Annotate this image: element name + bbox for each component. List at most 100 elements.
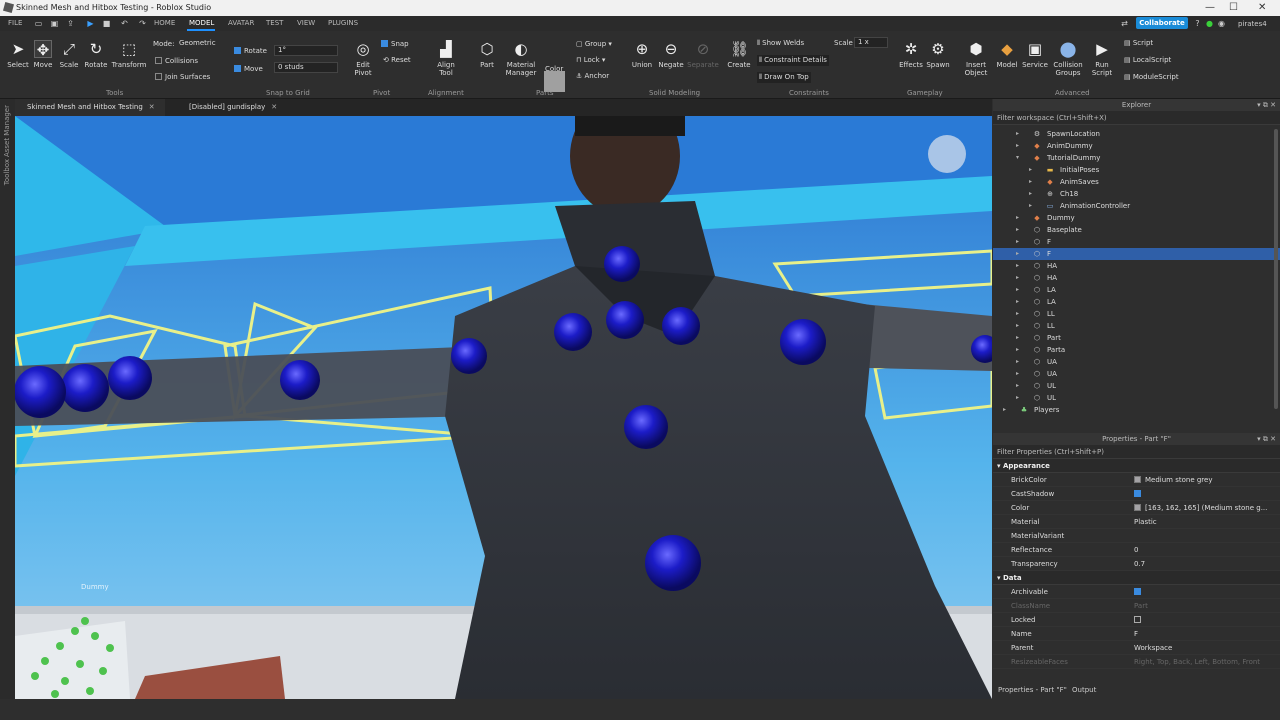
publish-icon[interactable]: ⇪ bbox=[66, 19, 75, 28]
create-constraint-button[interactable]: ⛓ Create bbox=[726, 40, 752, 69]
material-manager-button[interactable]: ◐ Material Manager bbox=[504, 40, 538, 77]
explorer-scrollbar[interactable] bbox=[1274, 129, 1278, 409]
join-surfaces-checkbox[interactable] bbox=[155, 73, 162, 80]
rotate-snap-input[interactable]: 1° bbox=[274, 45, 338, 56]
property-value[interactable]: Part bbox=[1134, 599, 1274, 613]
menu-view[interactable]: VIEW bbox=[297, 19, 315, 27]
user-name[interactable]: pirates4 bbox=[1238, 20, 1267, 28]
maximize-icon[interactable]: ☐ bbox=[1229, 2, 1238, 13]
expand-arrow-icon[interactable]: ▸ bbox=[1029, 164, 1032, 176]
expand-arrow-icon[interactable]: ▸ bbox=[1016, 320, 1019, 332]
move-snap-input[interactable]: 0 studs bbox=[274, 62, 338, 73]
collaborate-button[interactable]: Collaborate bbox=[1136, 17, 1188, 29]
expand-arrow-icon[interactable]: ▸ bbox=[1016, 380, 1019, 392]
explorer-item[interactable]: ▸ ▭ AnimationController bbox=[993, 200, 1280, 212]
property-value[interactable]: Workspace bbox=[1134, 641, 1274, 655]
expand-arrow-icon[interactable]: ▸ bbox=[1029, 200, 1032, 212]
expand-arrow-icon[interactable]: ▸ bbox=[1016, 224, 1019, 236]
align-tool-button[interactable]: ▟ Align Tool bbox=[432, 40, 460, 77]
stop-icon[interactable]: ■ bbox=[102, 19, 111, 28]
property-row[interactable]: Color [163, 162, 165] (Medium stone g... bbox=[993, 501, 1280, 515]
draw-on-top-toggle[interactable]: ⫴ Draw On Top bbox=[757, 72, 811, 83]
menu-plugins[interactable]: PLUGINS bbox=[328, 19, 358, 27]
anchor-button[interactable]: ⚓ Anchor bbox=[576, 72, 609, 80]
expand-arrow-icon[interactable]: ▸ bbox=[1029, 188, 1032, 200]
tab-output[interactable]: Output bbox=[1072, 686, 1096, 694]
property-value[interactable] bbox=[1134, 613, 1274, 627]
expand-arrow-icon[interactable]: ▸ bbox=[1016, 368, 1019, 380]
property-row[interactable]: Transparency 0.7 bbox=[993, 557, 1280, 571]
model-button[interactable]: ◆ Model bbox=[994, 40, 1020, 69]
expand-arrow-icon[interactable]: ▸ bbox=[1016, 140, 1019, 152]
explorer-item[interactable]: ▸ ◆ Dummy bbox=[993, 212, 1280, 224]
explorer-item[interactable]: ▸ ⬡ Parta bbox=[993, 344, 1280, 356]
collisions-checkbox[interactable] bbox=[155, 57, 162, 64]
tab-properties[interactable]: Properties - Part "F" bbox=[998, 686, 1067, 694]
expand-arrow-icon[interactable]: ▸ bbox=[1003, 404, 1006, 416]
property-value[interactable]: F bbox=[1134, 627, 1274, 641]
explorer-item[interactable]: ▸ ⬡ UL bbox=[993, 392, 1280, 404]
explorer-item[interactable]: ▸ ⬡ LA bbox=[993, 296, 1280, 308]
spawn-button[interactable]: ⚙ Spawn bbox=[925, 40, 951, 69]
expand-arrow-icon[interactable]: ▸ bbox=[1016, 392, 1019, 404]
menu-home[interactable]: HOME bbox=[154, 19, 175, 27]
constraint-scale-input[interactable]: 1 x bbox=[854, 37, 888, 48]
move-snap-toggle[interactable]: Move bbox=[234, 65, 263, 73]
collisions-toggle[interactable]: Collisions bbox=[155, 57, 198, 65]
property-value[interactable]: Plastic bbox=[1134, 515, 1274, 529]
move-tool[interactable]: ✥ Move bbox=[31, 40, 55, 69]
show-welds-toggle[interactable]: ⫴ Show Welds bbox=[757, 39, 804, 48]
explorer-item[interactable]: ▸ ⚙ SpawnLocation bbox=[993, 128, 1280, 140]
mode-dropdown[interactable]: Geometric bbox=[179, 39, 216, 47]
property-value[interactable]: 0.7 bbox=[1134, 557, 1274, 571]
explorer-item[interactable]: ▸ ⬡ HA bbox=[993, 272, 1280, 284]
menu-file[interactable]: FILE bbox=[8, 19, 22, 27]
transform-tool[interactable]: ⬚ Transform bbox=[110, 40, 148, 69]
explorer-filter-input[interactable]: Filter workspace (Ctrl+Shift+X) bbox=[993, 111, 1280, 125]
property-value[interactable]: [163, 162, 165] (Medium stone g... bbox=[1134, 501, 1274, 515]
property-row[interactable]: Parent Workspace bbox=[993, 641, 1280, 655]
property-row[interactable]: Locked bbox=[993, 613, 1280, 627]
insert-object-button[interactable]: ⬢ Insert Object bbox=[962, 40, 990, 77]
explorer-item[interactable]: ▸ ▬ InitialPoses bbox=[993, 164, 1280, 176]
explorer-item[interactable]: ▸ ⬡ F bbox=[993, 248, 1280, 260]
minimize-icon[interactable]: — bbox=[1205, 2, 1215, 13]
explorer-item[interactable]: ▸ ◆ AnimSaves bbox=[993, 176, 1280, 188]
panel-controls-icon[interactable]: ▾ ⧉ ✕ bbox=[1257, 99, 1276, 111]
help-icon[interactable]: ? bbox=[1193, 19, 1202, 28]
expand-arrow-icon[interactable]: ▸ bbox=[1016, 212, 1019, 224]
property-value[interactable]: Medium stone grey bbox=[1134, 473, 1274, 487]
property-row[interactable]: ClassName Part bbox=[993, 599, 1280, 613]
menu-test[interactable]: TEST bbox=[266, 19, 283, 27]
property-row[interactable]: Reflectance 0 bbox=[993, 543, 1280, 557]
property-value[interactable] bbox=[1134, 487, 1274, 501]
save-icon[interactable]: ▣ bbox=[50, 19, 59, 28]
close-icon[interactable]: ✕ bbox=[1258, 2, 1266, 13]
select-tool[interactable]: ➤ Select bbox=[6, 40, 30, 69]
rotate-snap-toggle[interactable]: Rotate bbox=[234, 47, 267, 55]
property-value[interactable] bbox=[1134, 585, 1274, 599]
run-script-button[interactable]: ▶ Run Script bbox=[1089, 40, 1115, 77]
expand-arrow-icon[interactable]: ▸ bbox=[1016, 308, 1019, 320]
property-row[interactable]: BrickColor Medium stone grey bbox=[993, 473, 1280, 487]
toolbox-tab[interactable]: Toolbox bbox=[3, 159, 11, 185]
negate-button[interactable]: ⊖ Negate bbox=[657, 40, 685, 69]
constraint-details-toggle[interactable]: ⫴ Constraint Details bbox=[757, 55, 829, 66]
expand-arrow-icon[interactable]: ▸ bbox=[1016, 356, 1019, 368]
notifications-icon[interactable]: ◉ bbox=[1217, 19, 1226, 28]
rotate-snap-checkbox[interactable] bbox=[234, 47, 241, 54]
close-tab-icon[interactable]: ✕ bbox=[271, 103, 277, 111]
property-row[interactable]: Name F bbox=[993, 627, 1280, 641]
explorer-item[interactable]: ▸ ⬡ HA bbox=[993, 260, 1280, 272]
property-section-header[interactable]: ▾ Data bbox=[993, 571, 1280, 585]
pivot-snap-toggle[interactable]: Snap bbox=[381, 40, 409, 48]
part-button[interactable]: ⬡ Part bbox=[474, 40, 500, 69]
lock-button[interactable]: ⊓ Lock ▾ bbox=[576, 56, 605, 64]
scale-tool[interactable]: ⤢ Scale bbox=[57, 40, 81, 69]
expand-arrow-icon[interactable]: ▸ bbox=[1016, 272, 1019, 284]
explorer-item[interactable]: ▾ ◆ TutorialDummy bbox=[993, 152, 1280, 164]
join-surfaces-toggle[interactable]: Join Surfaces bbox=[155, 73, 210, 81]
share-icon[interactable]: ⇄ bbox=[1120, 19, 1129, 28]
explorer-item[interactable]: ▸ ⬡ LL bbox=[993, 308, 1280, 320]
module-script-button[interactable]: ▤ ModuleScript bbox=[1124, 73, 1179, 81]
